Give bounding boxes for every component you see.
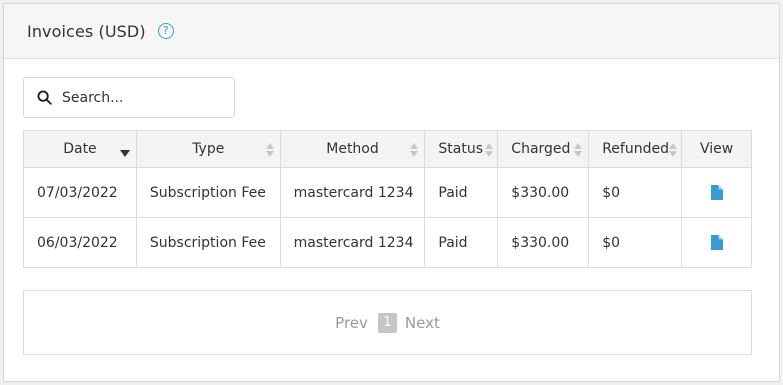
- column-header-view: View: [681, 130, 752, 168]
- cell-type: Subscription Fee: [135, 217, 281, 268]
- search-icon: [37, 90, 52, 105]
- column-header-label: Type: [192, 141, 225, 157]
- panel-title: Invoices (USD): [27, 21, 146, 41]
- cell-type: Subscription Fee: [135, 167, 281, 218]
- column-header-charged[interactable]: Charged: [497, 130, 590, 168]
- cell-refunded: $0: [588, 167, 683, 218]
- sort-icon: [410, 143, 419, 157]
- pagination: Prev 1 Next: [23, 290, 752, 355]
- sort-icon: [485, 143, 494, 157]
- column-header-label: Status: [438, 141, 483, 157]
- column-header-refunded[interactable]: Refunded: [588, 130, 683, 168]
- column-header-method[interactable]: Method: [279, 130, 426, 168]
- cell-view: [681, 167, 752, 218]
- column-header-label: Charged: [511, 141, 571, 157]
- sort-icon: [265, 143, 274, 157]
- column-header-label: Method: [326, 141, 379, 157]
- cell-status: Paid: [424, 217, 499, 268]
- page-number-current[interactable]: 1: [377, 312, 397, 333]
- table-header-row: Date Type Method Status Charged Refunded: [23, 130, 752, 168]
- document-icon[interactable]: [710, 235, 723, 250]
- sort-icon: [669, 143, 678, 157]
- cell-method: mastercard 1234: [279, 167, 426, 218]
- cell-refunded: $0: [588, 217, 683, 268]
- panel-header: Invoices (USD) ?: [4, 4, 779, 59]
- column-header-date[interactable]: Date: [23, 130, 137, 168]
- cell-date: 06/03/2022: [23, 217, 137, 268]
- sort-descending-icon: [119, 150, 130, 157]
- column-header-type[interactable]: Type: [135, 130, 281, 168]
- table-row: 06/03/2022 Subscription Fee mastercard 1…: [23, 217, 752, 268]
- column-header-label: View: [699, 141, 734, 157]
- invoices-table: Date Type Method Status Charged Refunded: [23, 130, 752, 268]
- cell-charged: $330.00: [497, 217, 590, 268]
- table-row: 07/03/2022 Subscription Fee mastercard 1…: [23, 167, 752, 218]
- cell-method: mastercard 1234: [279, 217, 426, 268]
- cell-date: 07/03/2022: [23, 167, 137, 218]
- document-icon[interactable]: [710, 185, 723, 200]
- search-box[interactable]: [23, 77, 235, 118]
- column-header-label: Date: [63, 141, 97, 157]
- prev-button[interactable]: Prev: [335, 314, 368, 332]
- question-circle-icon[interactable]: ?: [157, 22, 174, 39]
- search-input[interactable]: [62, 89, 222, 106]
- column-header-status[interactable]: Status: [424, 130, 499, 168]
- cell-status: Paid: [424, 167, 499, 218]
- cell-view: [681, 217, 752, 268]
- sort-icon: [574, 143, 583, 157]
- cell-charged: $330.00: [497, 167, 590, 218]
- column-header-label: Refunded: [602, 141, 669, 157]
- next-button[interactable]: Next: [405, 314, 440, 332]
